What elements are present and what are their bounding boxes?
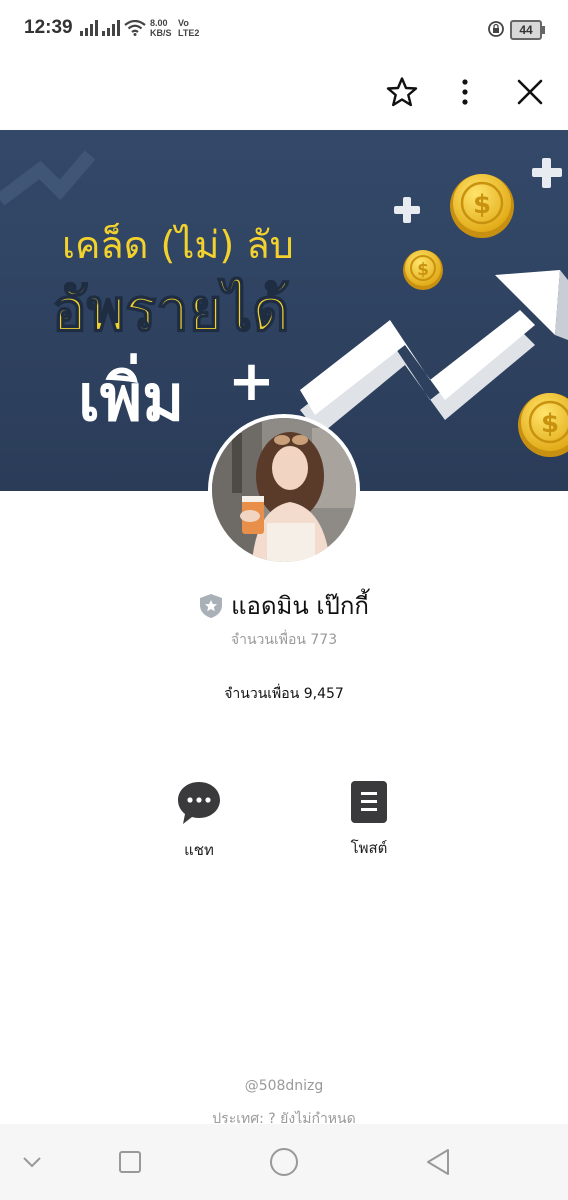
avatar-photo: [212, 418, 356, 562]
wifi-icon: [124, 20, 146, 36]
back-button[interactable]: [418, 1144, 458, 1180]
recent-apps-icon: [119, 1151, 141, 1173]
chat-button[interactable]: แชท: [154, 780, 244, 862]
toolbar: [0, 60, 568, 130]
cover-line3: เพิ่ม: [78, 353, 184, 436]
signal-1-icon: [80, 20, 98, 36]
shield-star-icon: [200, 593, 223, 618]
volte-line2: LTE2: [178, 28, 200, 38]
svg-text:$: $: [541, 409, 559, 439]
close-button[interactable]: [506, 68, 554, 116]
friends-count: จำนวนเพื่อน 9,457: [224, 686, 344, 702]
chevron-down-icon: [23, 1157, 41, 1168]
rotation-lock-icon: [488, 21, 504, 37]
cover-line2: อัพรายได้: [52, 276, 290, 344]
vertical-dots-icon: [462, 79, 468, 105]
navigation-bar: [0, 1124, 568, 1200]
volte-indicator: Vo LTE2: [178, 18, 199, 38]
post-list-icon: [351, 781, 387, 823]
net-speed-value: 8.00: [150, 18, 168, 28]
status-time: 12:39: [24, 17, 73, 38]
volte-line1: Vo: [178, 18, 189, 28]
post-button[interactable]: โพสต์: [324, 780, 414, 860]
recent-apps-button[interactable]: [110, 1144, 150, 1180]
chat-label: แชท: [184, 841, 214, 859]
chat-bubble-icon: [178, 782, 220, 824]
star-outline-icon: [386, 77, 418, 107]
close-icon: [517, 79, 543, 105]
more-options-button[interactable]: [441, 68, 489, 116]
coin-small: $: [403, 250, 443, 290]
avatar[interactable]: [208, 414, 360, 566]
svg-text:$: $: [473, 190, 491, 220]
profile-name-row: แอดมิน เป๊กกี้: [0, 586, 568, 625]
home-icon: [270, 1148, 298, 1176]
signal-2-icon: [102, 20, 120, 36]
line-id: @508dnizg: [244, 1078, 324, 1094]
coin-large: $: [450, 174, 514, 238]
back-icon: [427, 1149, 449, 1175]
profile-name: แอดมิน เป๊กกี้: [231, 592, 369, 620]
home-button[interactable]: [264, 1144, 304, 1180]
net-speed: 8.00 KB/S: [150, 18, 172, 38]
post-label: โพสต์: [350, 839, 388, 857]
battery-indicator: 44: [510, 20, 545, 40]
friends-count-grey: จำนวนเพื่อน 773: [230, 632, 338, 648]
status-bar: 12:39 8.00 KB/S Vo LTE2 44: [0, 0, 568, 60]
cover-plus: +: [228, 349, 275, 414]
svg-text:$: $: [417, 260, 429, 280]
net-speed-unit: KB/S: [150, 28, 172, 38]
favorite-button[interactable]: [378, 68, 426, 116]
cover-line1: เคล็ด (ไม่) ลับ: [62, 222, 294, 267]
nav-collapse-button[interactable]: [12, 1144, 52, 1180]
